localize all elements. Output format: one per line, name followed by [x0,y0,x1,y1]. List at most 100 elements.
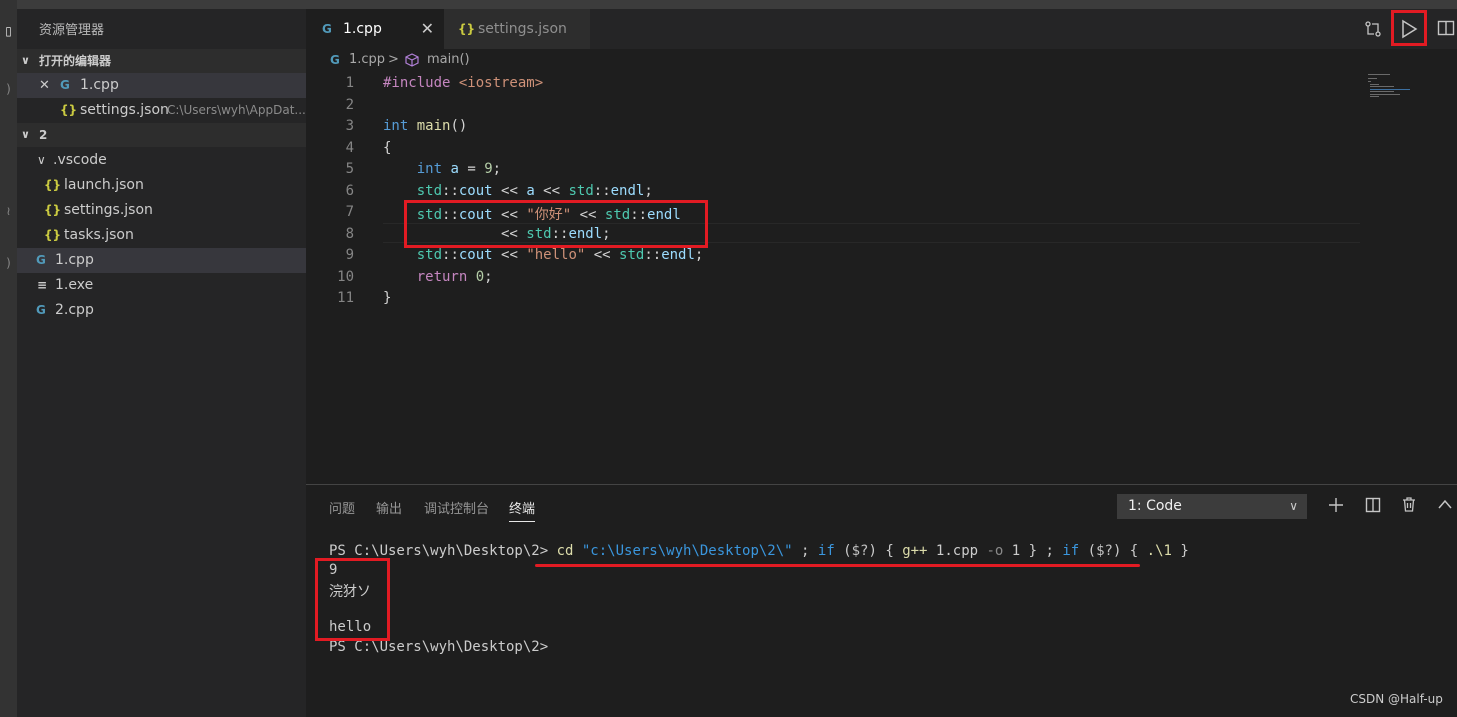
cpp-file-icon: G [330,53,340,67]
extensions-icon[interactable]: ) [0,256,17,274]
chevron-down-icon: ∨ [37,153,46,167]
split-terminal-icon[interactable] [1365,497,1381,513]
code-token: ; [484,268,493,285]
code-line[interactable]: #include <iostream> [383,75,543,91]
code-line[interactable]: { [383,140,391,156]
tree-item-1exe[interactable]: ≡ 1.exe [17,273,306,298]
cpp-file-icon: G [60,78,70,92]
json-file-icon: {} [60,103,78,117]
json-file-icon: {} [44,203,62,217]
open-changes-icon[interactable] [1364,20,1382,38]
highlight-box-output [315,558,390,641]
tree-item-2cpp[interactable]: G 2.cpp [17,298,306,323]
tab-output[interactable]: 输出 [376,498,402,517]
breadcrumb-symbol[interactable]: main() [427,49,470,71]
tab-1cpp[interactable]: G 1.cpp ✕ [306,9,444,49]
tab-debug-console[interactable]: 调试控制台 [424,498,489,517]
code-line[interactable]: std::cout << a << std::endl; [383,183,653,199]
code-line[interactable]: std::cout << "hello" << std::endl; [383,247,704,263]
terminal-token: $? [851,543,869,559]
tree-item-settings-json[interactable]: {} settings.json [17,198,306,223]
minimap[interactable] [1368,73,1448,103]
terminal-select[interactable]: 1: Code ∨ [1117,494,1307,519]
open-editor-item-1cpp[interactable]: ✕ G 1.cpp [17,73,306,98]
code-line[interactable]: int a = 9; [383,161,501,177]
json-file-icon: {} [458,22,476,36]
split-editor-icon[interactable] [1437,19,1455,37]
tree-item-launch-json[interactable]: {} launch.json [17,173,306,198]
code-token: a [526,182,535,199]
code-token: endl [661,247,695,263]
explorer-icon[interactable]: ▯ [0,24,17,42]
tree-item-1cpp[interactable]: G 1.cpp [17,248,306,273]
terminal-token: 1.cpp [927,543,987,559]
highlight-box-run-button [1391,10,1427,46]
code-token: 0 [475,268,485,285]
tab-terminal[interactable]: 终端 [509,498,536,522]
code-token: "hello" [526,247,586,263]
search-icon[interactable]: ) [0,82,17,100]
code-token: endl [610,182,645,199]
line-number: 5 [345,161,354,177]
tab-settings-json[interactable]: {} settings.json [444,9,590,49]
title-bar-strip [0,0,1457,9]
debug-icon[interactable]: ≀ [0,204,17,222]
code-line[interactable]: int main() [383,118,467,134]
chevron-down-icon: ∨ [1289,499,1298,513]
open-editor-item-settings[interactable]: {} settings.json C:\Users\wyh\AppDat... [17,98,306,123]
line-number: 10 [337,268,354,285]
json-file-icon: {} [44,228,62,242]
terminal-token: ( [1079,543,1097,559]
watermark: CSDN @Half-up [1350,692,1443,706]
new-terminal-icon[interactable] [1328,497,1344,513]
terminal-token: } [1171,543,1189,559]
editor-tab-bar: G 1.cpp ✕ {} settings.json [306,9,1457,49]
highlight-underline-command [535,564,1140,567]
code-token: = [458,161,485,177]
json-file-icon: {} [44,178,62,192]
tab-problems[interactable]: 问题 [329,498,355,517]
breadcrumb-file[interactable]: 1.cpp [349,49,385,71]
trash-icon[interactable] [1401,496,1417,513]
maximize-panel-icon[interactable] [1437,498,1453,510]
open-editors-header[interactable]: ∨ 打开的编辑器 [17,49,306,73]
cpp-file-icon: G [322,22,332,36]
code-token: << [492,182,527,199]
terminal-token: ( [834,543,852,559]
line-number: 7 [345,204,354,220]
line-number: 2 [345,96,354,113]
close-icon[interactable]: ✕ [421,9,434,49]
code-line[interactable]: return 0; [383,269,493,285]
tree-item-tasks-json[interactable]: {} tasks.json [17,223,306,248]
code-editor[interactable]: 1 2 3 4 5 6 7 8 9 10 11 #include <iostream> int mai… [306,71,1457,484]
activity-bar: ▯ ) ≀ ) [0,0,17,717]
code-token: ; [694,247,704,263]
folder-header[interactable]: ∨ 2 [17,123,306,147]
code-token: int [383,118,409,134]
code-token: :: [593,182,611,199]
cpp-file-icon: G [36,253,46,267]
line-number: 8 [345,225,354,242]
line-number: 9 [345,247,354,263]
terminal-command-line[interactable]: PS C:\Users\wyh\Desktop\2> cd "c:\Users\… [329,543,1189,559]
tree-item-vscode-folder[interactable]: ∨ .vscode [17,148,306,173]
terminal-prompt[interactable]: PS C:\Users\wyh\Desktop\2> [329,639,548,655]
code-token: << [534,182,569,199]
close-icon[interactable]: ✕ [39,73,50,98]
code-token: } [383,290,392,306]
line-number: 3 [345,118,354,134]
code-token: return [416,268,468,285]
line-number: 1 [345,75,354,91]
code-line[interactable]: } [383,290,391,306]
chevron-down-icon: ∨ [21,54,30,67]
bottom-panel: 问题 输出 调试控制台 终端 1: Code ∨ PS C:\Users\wyh… [306,484,1457,717]
code-token: int [416,161,443,177]
code-token: 9 [484,161,493,177]
cpp-file-icon: G [36,303,46,317]
code-token: () [450,118,468,134]
